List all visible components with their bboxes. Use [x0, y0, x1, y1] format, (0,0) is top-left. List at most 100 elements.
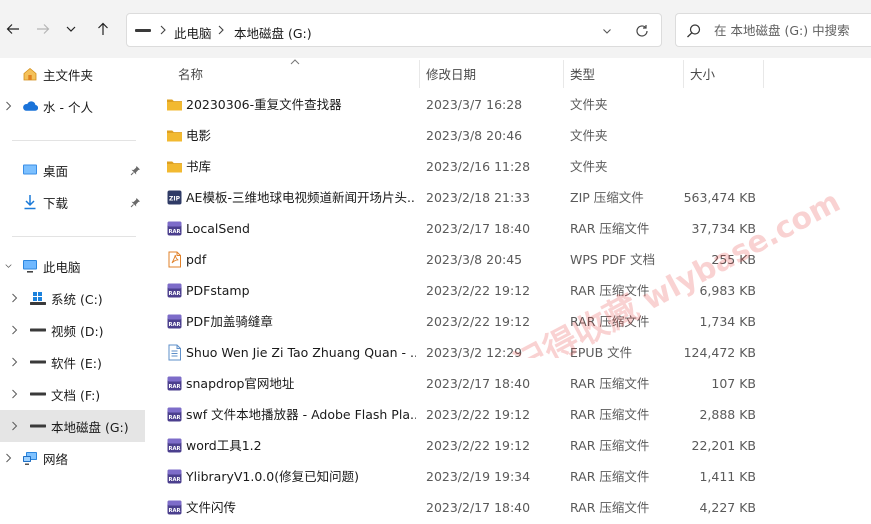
- file-modified-date: 2023/3/8 20:46: [426, 128, 523, 143]
- epub-document-icon: [168, 344, 181, 361]
- file-name: PDFstamp: [186, 283, 250, 298]
- refresh-icon: [636, 25, 648, 37]
- file-row[interactable]: RAR YlibraryV1.0.0(修复已知问题) 2023/2/19 19:34…: [162, 461, 862, 492]
- nav-item-drive-g[interactable]: 本地磁盘 (G:): [0, 410, 145, 442]
- back-button[interactable]: [0, 16, 26, 42]
- file-size: 1,411 KB: [699, 469, 756, 484]
- address-bar[interactable]: 此电脑 本地磁盘 (G:): [126, 13, 662, 47]
- file-name: LocalSend: [186, 221, 250, 236]
- drive-icon: [30, 354, 46, 370]
- file-row[interactable]: RAR LocalSend 2023/2/17 18:40 RAR 压缩文件 37,73…: [162, 213, 862, 244]
- rar-archive-icon: RAR: [167, 500, 182, 515]
- file-type: RAR 压缩文件: [570, 407, 650, 422]
- column-header-date[interactable]: 修改日期: [426, 58, 556, 88]
- file-name: 文件闪传: [186, 500, 237, 515]
- nav-item-drive-f[interactable]: 文档 (F:): [0, 378, 145, 410]
- nav-item-downloads[interactable]: 下载: [0, 186, 145, 218]
- column-header-label: 类型: [570, 66, 596, 82]
- file-type: 文件夹: [570, 97, 608, 112]
- file-row[interactable]: RAR word工具1.2 2023/2/22 19:12 RAR 压缩文件 22,20…: [162, 430, 862, 461]
- drive-icon: [135, 29, 151, 32]
- chevron-right-icon[interactable]: [3, 453, 13, 463]
- search-input[interactable]: [714, 21, 864, 39]
- nav-label: 系统 (C:): [51, 291, 103, 307]
- file-row[interactable]: 20230306-重复文件查找器 2023/3/7 16:28 文件夹: [162, 89, 862, 120]
- file-row[interactable]: RAR PDFstamp 2023/2/22 19:12 RAR 压缩文件 6,983 …: [162, 275, 862, 306]
- column-header-size[interactable]: 大小: [690, 58, 760, 88]
- breadcrumb-this-pc[interactable]: 此电脑: [174, 23, 212, 42]
- up-button[interactable]: [90, 16, 116, 42]
- column-resize-handle[interactable]: [563, 60, 564, 88]
- file-row[interactable]: RAR snapdrop官网地址 2023/2/17 18:40 RAR 压缩文件 10…: [162, 368, 862, 399]
- file-modified-date: 2023/2/16 11:28: [426, 159, 531, 174]
- drive-icon: [30, 386, 46, 402]
- file-type: RAR 压缩文件: [570, 376, 650, 391]
- file-name: Shuo Wen Jie Zi Tao Zhuang Quan - ...: [186, 345, 416, 360]
- nav-item-network[interactable]: 网络: [0, 442, 145, 474]
- column-resize-handle[interactable]: [683, 60, 684, 88]
- chevron-right-icon[interactable]: [215, 22, 227, 38]
- download-icon: [22, 194, 38, 210]
- file-size: 124,472 KB: [683, 345, 756, 360]
- address-history-dropdown[interactable]: [599, 23, 615, 39]
- nav-item-onedrive[interactable]: 水 - 个人: [0, 90, 145, 122]
- nav-item-home[interactable]: 主文件夹: [0, 58, 145, 90]
- chevron-right-icon[interactable]: [157, 22, 169, 38]
- forward-button[interactable]: [30, 16, 56, 42]
- column-header-type[interactable]: 类型: [570, 58, 680, 88]
- nav-item-drive-e[interactable]: 软件 (E:): [0, 346, 145, 378]
- nav-label: 水 - 个人: [43, 99, 93, 115]
- svg-text:RAR: RAR: [168, 291, 180, 297]
- rar-archive-icon: RAR: [167, 407, 182, 422]
- arrow-left-icon: [6, 24, 19, 34]
- pin-icon[interactable]: [130, 165, 141, 176]
- column-header-name[interactable]: 名称: [178, 58, 418, 88]
- nav-item-drive-d[interactable]: 视频 (D:): [0, 314, 145, 346]
- nav-label: 本地磁盘 (G:): [51, 419, 129, 435]
- drive-icon: [30, 322, 46, 338]
- chevron-right-icon[interactable]: [9, 357, 19, 367]
- nav-item-this-pc[interactable]: 此电脑: [0, 250, 145, 282]
- rar-archive-icon: RAR: [167, 376, 182, 391]
- chevron-right-icon[interactable]: [9, 325, 19, 335]
- file-modified-date: 2023/2/19 19:34: [426, 469, 531, 484]
- file-row[interactable]: 书库 2023/2/16 11:28 文件夹: [162, 151, 862, 182]
- refresh-button[interactable]: [633, 22, 651, 40]
- pin-icon[interactable]: [130, 197, 141, 208]
- chevron-right-icon[interactable]: [3, 101, 13, 111]
- search-icon: [687, 24, 701, 38]
- file-modified-date: 2023/2/17 18:40: [426, 376, 531, 391]
- column-resize-handle[interactable]: [419, 60, 420, 88]
- file-type: RAR 压缩文件: [570, 314, 650, 329]
- file-modified-date: 2023/3/2 12:29: [426, 345, 523, 360]
- file-name: 电影: [186, 128, 212, 143]
- drive-icon: [30, 418, 46, 434]
- column-resize-handle[interactable]: [763, 60, 764, 88]
- search-box[interactable]: [675, 13, 871, 47]
- chevron-right-icon[interactable]: [9, 389, 19, 399]
- file-row[interactable]: pdf 2023/3/8 20:45 WPS PDF 文档 255 KB: [162, 244, 862, 275]
- svg-text:RAR: RAR: [168, 384, 180, 390]
- file-type: WPS PDF 文档: [570, 252, 656, 267]
- svg-text:RAR: RAR: [168, 322, 180, 328]
- file-type: RAR 压缩文件: [570, 221, 650, 236]
- breadcrumb-local-disk-g[interactable]: 本地磁盘 (G:): [234, 23, 312, 42]
- column-header-label: 名称: [178, 66, 204, 82]
- file-type: RAR 压缩文件: [570, 469, 650, 484]
- file-row[interactable]: 电影 2023/3/8 20:46 文件夹: [162, 120, 862, 151]
- chevron-down-icon[interactable]: [3, 261, 13, 271]
- file-row[interactable]: RAR PDF加盖骑缝章 2023/2/22 19:12 RAR 压缩文件 1,734 …: [162, 306, 862, 337]
- file-row[interactable]: RAR swf 文件本地播放器 - Adobe Flash Pla... 2023/…: [162, 399, 862, 430]
- nav-item-drive-c[interactable]: 系统 (C:): [0, 282, 145, 314]
- file-row[interactable]: ZIP AE模板-三维地球电视频道新闻开场片头... 2023/2/18 21:33…: [162, 182, 862, 213]
- file-row[interactable]: Shuo Wen Jie Zi Tao Zhuang Quan - ... 202…: [162, 337, 862, 368]
- recent-locations-button[interactable]: [58, 16, 84, 42]
- nav-item-desktop[interactable]: 桌面: [0, 154, 145, 186]
- file-name: pdf: [186, 252, 207, 267]
- file-list: 名称 修改日期 类型 大小 20230306-重复文件查找器 2023/3/7 1…: [145, 58, 871, 524]
- chevron-right-icon[interactable]: [9, 421, 19, 431]
- svg-text:ZIP: ZIP: [169, 195, 181, 202]
- file-size: 563,474 KB: [683, 190, 756, 205]
- chevron-right-icon[interactable]: [9, 293, 19, 303]
- file-row[interactable]: RAR 文件闪传 2023/2/17 18:40 RAR 压缩文件 4,227 KB: [162, 492, 862, 523]
